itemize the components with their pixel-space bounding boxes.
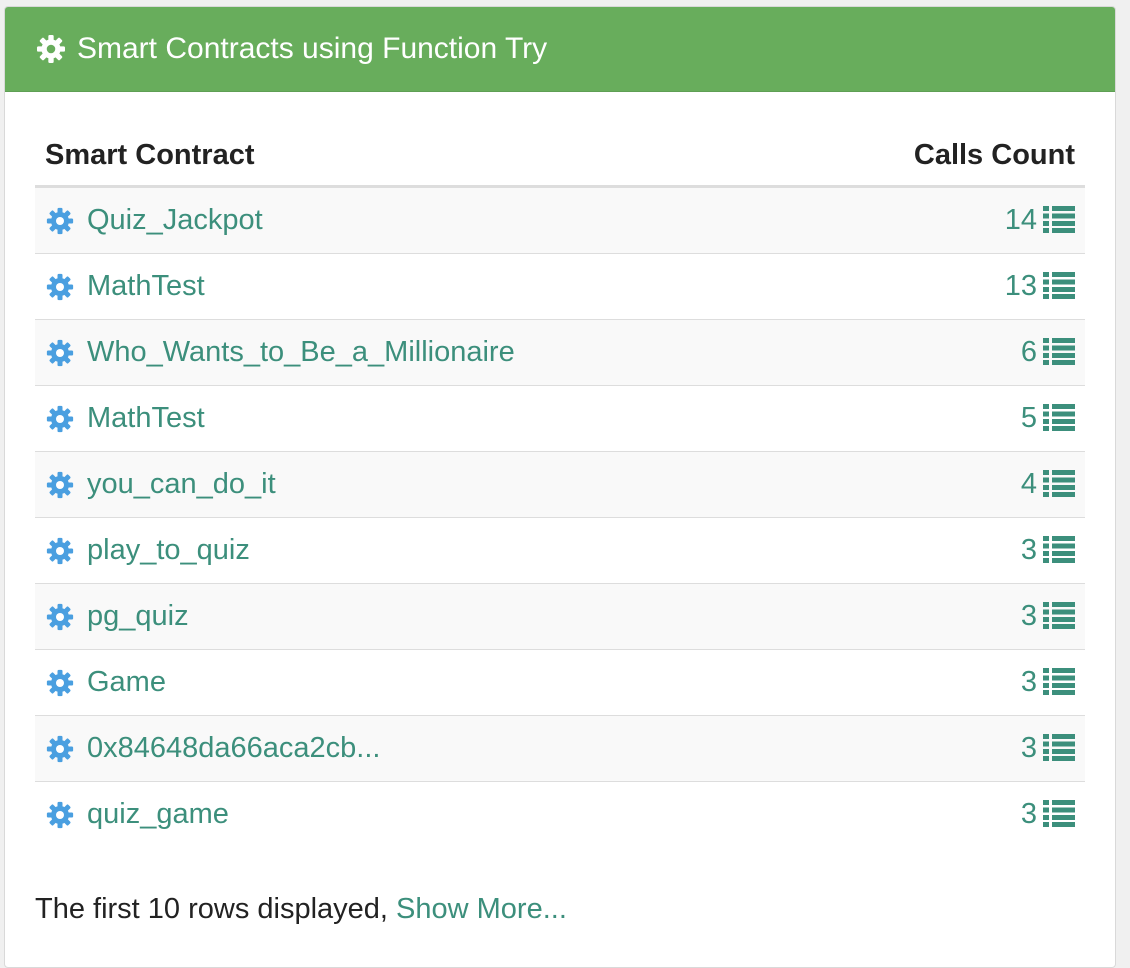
- calls-count-cell: 3: [801, 715, 1085, 782]
- contract-cell: Game: [35, 649, 802, 716]
- footer-text: The first 10 rows displayed,: [35, 893, 397, 925]
- table-row: 0x84648da66aca2cb... 3: [35, 715, 1085, 782]
- show-more-link[interactable]: Show More...: [396, 893, 567, 925]
- gear-icon[interactable]: [45, 668, 75, 698]
- list-icon[interactable]: [1043, 271, 1075, 299]
- column-header-calls-count: Calls Count: [801, 125, 1085, 188]
- contracts-panel: Smart Contracts using Function Try Smart…: [4, 6, 1116, 968]
- list-icon[interactable]: [1043, 535, 1075, 563]
- calls-count-value: 14: [1004, 204, 1037, 236]
- calls-count-cell: 3: [801, 649, 1085, 716]
- gear-icon[interactable]: [45, 734, 75, 764]
- table-header-row: Smart Contract Calls Count: [35, 125, 1085, 188]
- calls-count-value: 3: [1020, 732, 1037, 764]
- contract-link[interactable]: Quiz_Jackpot: [87, 204, 263, 237]
- gear-icon[interactable]: [45, 800, 75, 830]
- table-row: pg_quiz 3: [35, 583, 1085, 650]
- panel-title: Smart Contracts using Function Try: [77, 32, 548, 65]
- table-footer: The first 10 rows displayed, Show More..…: [35, 893, 567, 926]
- list-icon[interactable]: [1043, 799, 1075, 827]
- contract-cell: MathTest: [35, 385, 802, 452]
- contract-link[interactable]: 0x84648da66aca2cb...: [87, 732, 380, 765]
- gear-icon[interactable]: [45, 404, 75, 434]
- contract-link[interactable]: play_to_quiz: [87, 534, 250, 567]
- calls-count-cell: 3: [801, 781, 1085, 847]
- contract-cell: MathTest: [35, 253, 802, 320]
- list-icon[interactable]: [1043, 601, 1075, 629]
- table-row: Quiz_Jackpot 14: [35, 186, 1085, 254]
- calls-count-cell: 13: [801, 253, 1085, 320]
- calls-count-value: 3: [1020, 534, 1037, 566]
- contract-link[interactable]: pg_quiz: [87, 600, 189, 633]
- contract-cell: Quiz_Jackpot: [35, 186, 802, 254]
- gear-icon[interactable]: [45, 272, 75, 302]
- contract-cell: play_to_quiz: [35, 517, 802, 584]
- calls-count-cell: 4: [801, 451, 1085, 518]
- gear-icon: [35, 33, 67, 65]
- gear-icon[interactable]: [45, 536, 75, 566]
- contract-cell: quiz_game: [35, 781, 802, 847]
- calls-count-value: 3: [1020, 600, 1037, 632]
- list-icon[interactable]: [1043, 337, 1075, 365]
- contract-link[interactable]: Who_Wants_to_Be_a_Millionaire: [87, 336, 515, 369]
- gear-icon[interactable]: [45, 338, 75, 368]
- calls-count-value: 3: [1020, 666, 1037, 698]
- list-icon[interactable]: [1043, 403, 1075, 431]
- calls-count-cell: 3: [801, 583, 1085, 650]
- calls-count-value: 13: [1004, 270, 1037, 302]
- contracts-table: Smart Contract Calls Count Quiz_Jackpot …: [35, 125, 1085, 847]
- contract-cell: Who_Wants_to_Be_a_Millionaire: [35, 319, 802, 386]
- calls-count-value: 6: [1020, 336, 1037, 368]
- gear-icon[interactable]: [45, 602, 75, 632]
- calls-count-value: 3: [1020, 798, 1037, 830]
- list-icon[interactable]: [1043, 667, 1075, 695]
- contract-link[interactable]: MathTest: [87, 270, 205, 303]
- calls-count-cell: 6: [801, 319, 1085, 386]
- gear-icon[interactable]: [45, 470, 75, 500]
- calls-count-cell: 3: [801, 517, 1085, 584]
- table-row: Game 3: [35, 649, 1085, 716]
- list-icon[interactable]: [1043, 733, 1075, 761]
- calls-count-value: 5: [1020, 402, 1037, 434]
- contracts-table-wrap: Smart Contract Calls Count Quiz_Jackpot …: [35, 125, 1085, 847]
- contract-cell: 0x84648da66aca2cb...: [35, 715, 802, 782]
- list-icon[interactable]: [1043, 205, 1075, 233]
- contract-link[interactable]: MathTest: [87, 402, 205, 435]
- table-row: play_to_quiz 3: [35, 517, 1085, 584]
- list-icon[interactable]: [1043, 469, 1075, 497]
- calls-count-cell: 14: [801, 186, 1085, 254]
- table-body: Quiz_Jackpot 14 MathTest 13 Who_Wants_to…: [35, 186, 1085, 847]
- table-row: quiz_game 3: [35, 781, 1085, 847]
- calls-count-value: 4: [1020, 468, 1037, 500]
- calls-count-cell: 5: [801, 385, 1085, 452]
- contract-cell: pg_quiz: [35, 583, 802, 650]
- contract-link[interactable]: Game: [87, 666, 166, 699]
- table-row: MathTest 13: [35, 253, 1085, 320]
- table-row: you_can_do_it 4: [35, 451, 1085, 518]
- panel-heading: Smart Contracts using Function Try: [5, 7, 1115, 92]
- contract-link[interactable]: quiz_game: [87, 798, 229, 831]
- contract-cell: you_can_do_it: [35, 451, 802, 518]
- contract-link[interactable]: you_can_do_it: [87, 468, 276, 501]
- gear-icon[interactable]: [45, 206, 75, 236]
- column-header-smart-contract: Smart Contract: [35, 125, 802, 188]
- table-row: Who_Wants_to_Be_a_Millionaire 6: [35, 319, 1085, 386]
- table-row: MathTest 5: [35, 385, 1085, 452]
